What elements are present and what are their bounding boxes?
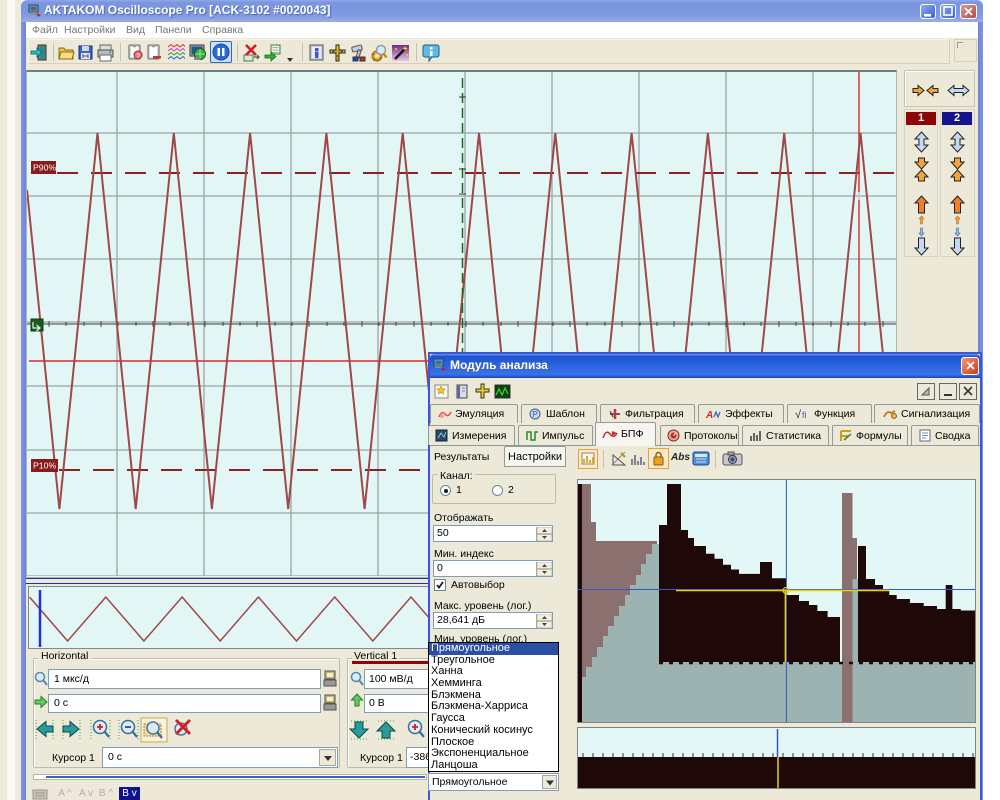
svg-text:A: A xyxy=(706,410,713,420)
svg-text:P: P xyxy=(533,410,538,419)
svg-text:fi: fi xyxy=(802,410,807,420)
svg-text:P10%: P10% xyxy=(33,461,56,471)
svg-text:√: √ xyxy=(795,409,802,420)
svg-text:P90%: P90% xyxy=(33,163,56,173)
